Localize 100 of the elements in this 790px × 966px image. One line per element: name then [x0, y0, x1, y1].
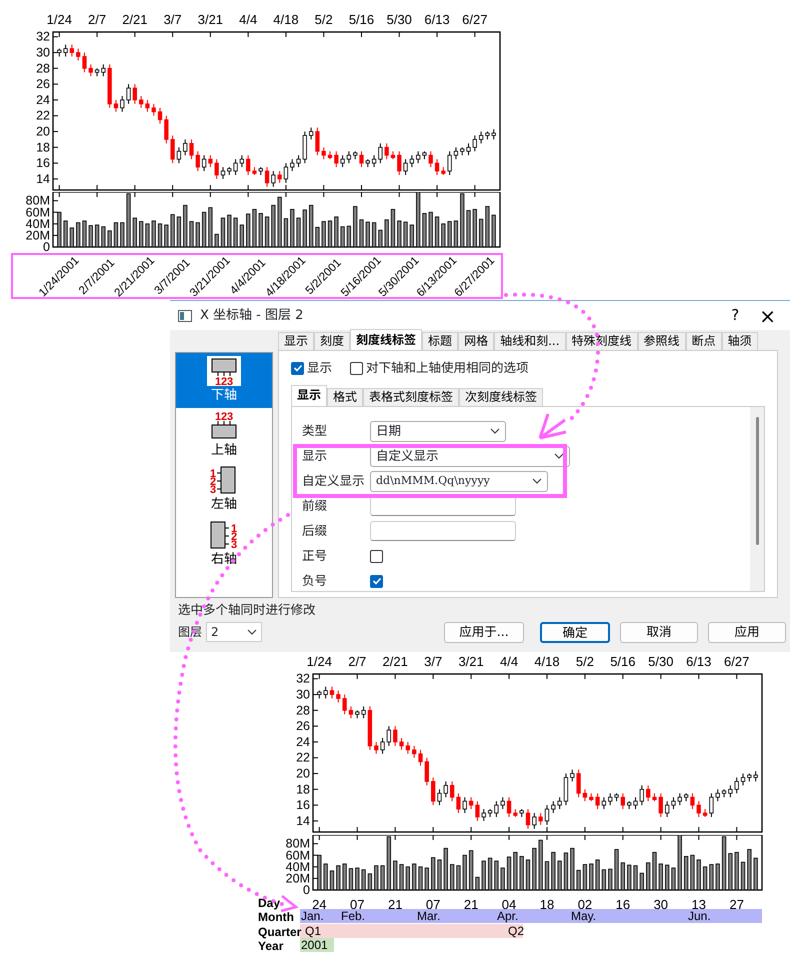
axis-label: 4/4: [239, 12, 258, 27]
axis-label: 18: [540, 897, 554, 912]
axis-label: 6/27: [462, 12, 488, 27]
hint-text: 选中多个轴同时进行修改: [177, 601, 317, 619]
axis-label: 27: [729, 897, 744, 912]
axis-label: 14: [296, 814, 310, 828]
axis-label: 28: [296, 703, 310, 718]
axis-label: 14: [36, 172, 50, 186]
dialog-button[interactable]: 应用于...: [444, 622, 524, 643]
axis-label: 4/18: [273, 12, 299, 27]
axis-label: 20: [36, 124, 50, 139]
axis-label: 3/21: [198, 12, 224, 27]
axis-label: Jan.: [301, 909, 324, 923]
axis-label: 2001: [301, 938, 328, 952]
axis-label: Q1: [305, 924, 322, 938]
tab[interactable]: 刻度线标签: [350, 329, 422, 350]
tab[interactable]: 断点: [686, 332, 722, 350]
axis-label: 16: [616, 897, 630, 912]
axis-label: 0: [43, 240, 50, 254]
dialog-button[interactable]: 取消: [620, 622, 698, 643]
axis-label: 07: [426, 897, 440, 912]
field-label: 类型: [302, 422, 328, 440]
close-button[interactable]: ×: [753, 306, 782, 326]
axis-label: 2/21: [382, 654, 408, 669]
axis-label: 5/2: [314, 12, 333, 27]
axis-label: 16: [296, 798, 310, 812]
axis-label: 3/21: [458, 654, 484, 669]
axis-label: Q2: [508, 924, 524, 938]
axis-label: 80M: [26, 194, 50, 208]
axis-label: 5/2: [576, 654, 594, 669]
axis-label: 18: [296, 782, 310, 796]
checkbox-label: 显示: [307, 359, 332, 377]
axis-label: 4/4: [500, 654, 518, 669]
axis-label: 3/7: [424, 654, 442, 669]
axis-label: 0: [303, 883, 310, 897]
axis-label: 40M: [26, 216, 50, 231]
axis-label: 2/7: [348, 654, 366, 669]
axis-label: 16: [36, 156, 50, 170]
axis-label: 5/30: [648, 654, 674, 669]
axis-row-label: Quarter: [258, 925, 302, 939]
axis-label: 60M: [26, 205, 50, 220]
field-label: 正号: [302, 546, 328, 565]
axis-item[interactable]: 123 下轴: [176, 353, 272, 408]
dropdown[interactable]: 日期: [370, 420, 506, 442]
axis-label: 32: [296, 672, 310, 686]
axis-label: 3/7: [164, 12, 182, 27]
combo-box[interactable]: dd\nMMM.Qq\nyyyy: [370, 470, 548, 492]
axis-label: 30: [654, 897, 668, 912]
axis-label: 24: [312, 897, 327, 912]
dialog-button[interactable]: 应用: [708, 622, 786, 643]
layer-dropdown[interactable]: 2: [206, 622, 262, 642]
axis-label: 5/16: [610, 654, 636, 669]
tab[interactable]: 表格式刻度标签: [363, 388, 460, 406]
axis-label: Apr.: [497, 909, 518, 923]
axis-label: 28: [36, 61, 50, 76]
axis-label: 6/13: [686, 654, 712, 669]
axis-label: 24: [296, 734, 310, 749]
axis-row-label: Year: [258, 939, 284, 953]
axis-label: 20: [296, 766, 310, 781]
axis-label: 32: [36, 30, 50, 44]
axis-label: Feb.: [341, 909, 366, 923]
dialog-button[interactable]: 确定: [540, 622, 610, 643]
axis-label: 6/27: [724, 654, 750, 669]
axis-label: 04: [502, 897, 516, 912]
tab[interactable]: 显示: [291, 384, 328, 406]
field-label: 自定义显示: [302, 472, 366, 490]
tab[interactable]: 轴线和刻...: [494, 332, 566, 350]
tab[interactable]: 标题: [422, 332, 458, 350]
axis-label: 40M: [286, 860, 310, 874]
axis-label: 26: [36, 77, 50, 92]
axis-icon: 123: [207, 356, 241, 386]
axis-label: 26: [296, 719, 310, 734]
tab[interactable]: 轴须: [722, 332, 758, 350]
window-title: X 坐标轴 - 图层 2: [200, 306, 304, 325]
axis-label: 22: [36, 108, 50, 123]
tab[interactable]: 格式: [327, 388, 364, 406]
help-button[interactable]: ?: [725, 308, 746, 323]
tab[interactable]: 次刻度线标签: [459, 388, 544, 406]
axis-label: 30: [296, 688, 310, 702]
tab[interactable]: 参照线: [638, 332, 686, 350]
axis-label: 02: [578, 897, 592, 912]
field-label: 负号: [302, 572, 328, 590]
axis-label: 20M: [286, 871, 310, 886]
axis-label: Jun.: [688, 909, 711, 923]
axis-label: 80M: [286, 836, 310, 851]
tab[interactable]: 刻度: [314, 332, 350, 350]
axis-label: 5/30: [386, 12, 412, 27]
axis-label: 2/7: [88, 12, 106, 27]
checkbox-label: 对下轴和上轴使用相同的选项: [366, 359, 529, 377]
axis-label: 2/21: [122, 12, 148, 27]
axis-label: 1/24: [46, 12, 72, 27]
axis-label: 20M: [26, 228, 50, 242]
axis-label: 22: [296, 750, 310, 765]
axis-label: 5/16: [348, 12, 374, 27]
tab[interactable]: 网格: [458, 332, 494, 350]
axis-row-label: Month: [258, 910, 294, 924]
field-label: 显示: [302, 446, 328, 465]
tab[interactable]: 显示: [278, 332, 314, 350]
axis-label: 18: [36, 140, 50, 154]
axis-label: Mar.: [417, 909, 440, 923]
